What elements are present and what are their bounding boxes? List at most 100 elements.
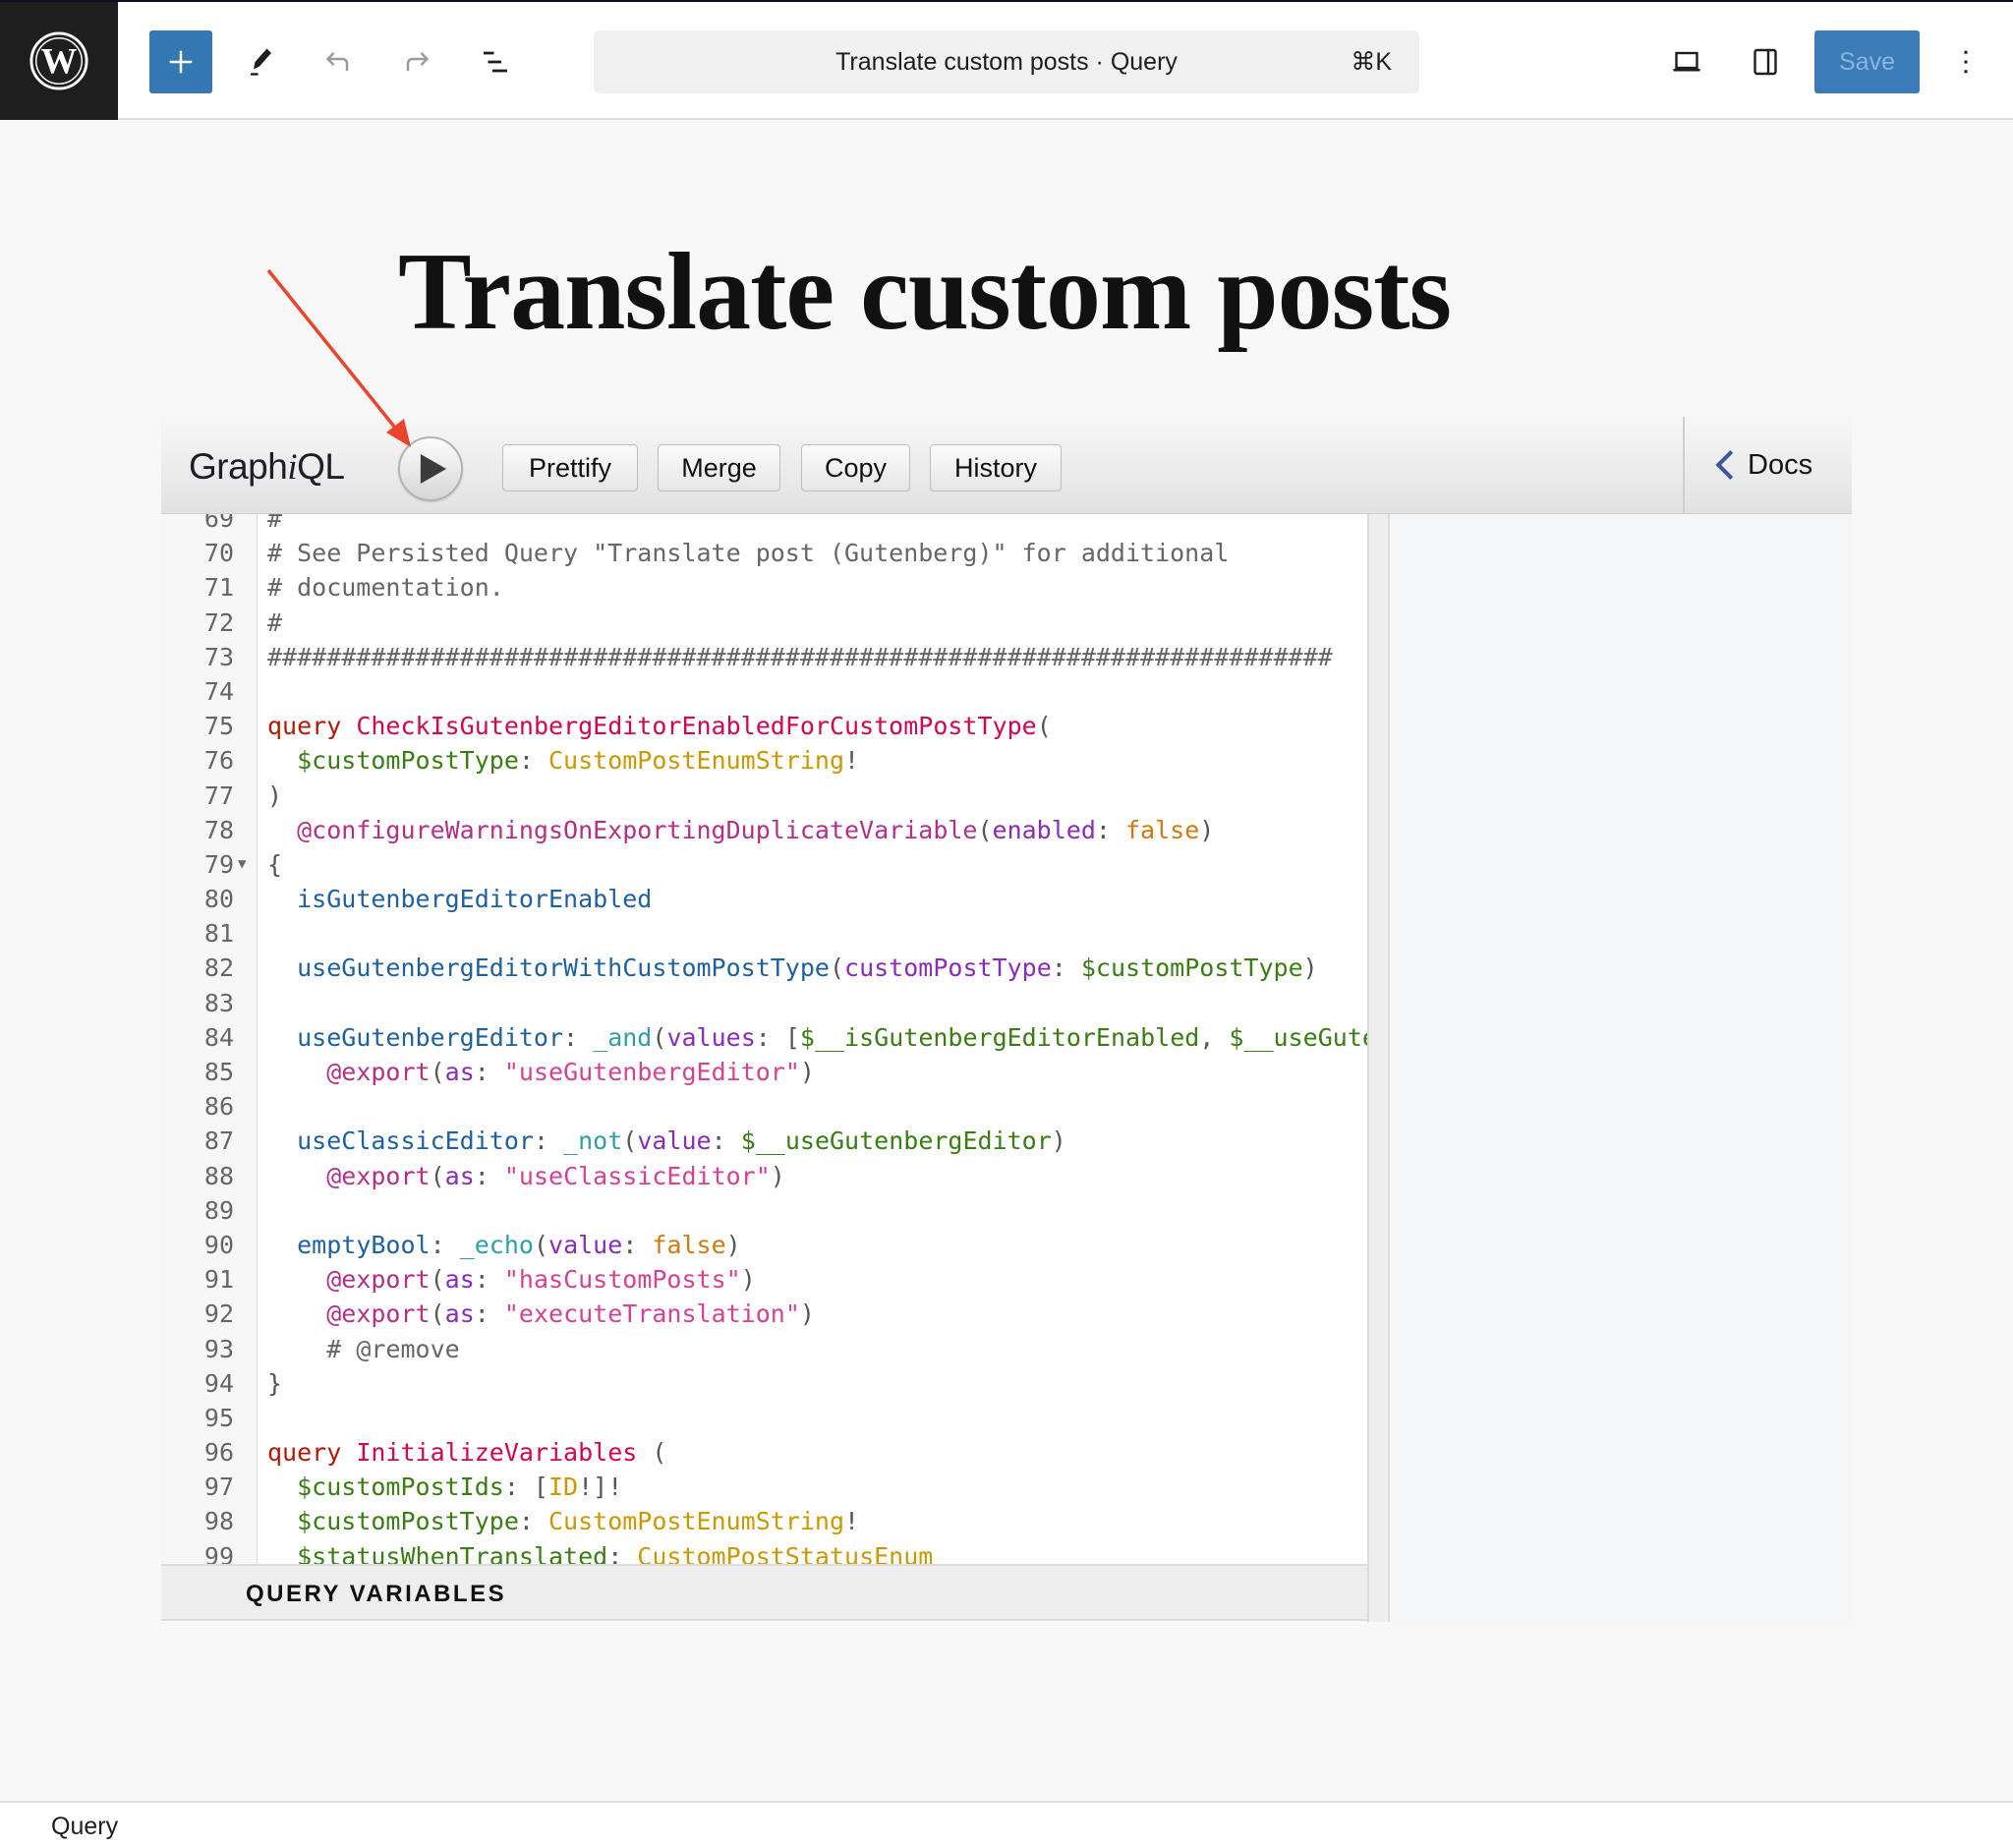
graphiql-editor: GraphiQL Prettify Merge Copy History Doc… bbox=[161, 417, 1852, 1622]
code-token: _and bbox=[593, 1022, 653, 1052]
code-token: $customPostIds bbox=[297, 1473, 504, 1502]
code-line[interactable]: 86 bbox=[161, 1089, 1384, 1124]
line-number: 77 bbox=[203, 780, 234, 810]
code-line[interactable]: 95 bbox=[161, 1401, 1384, 1435]
pencil-icon bbox=[251, 48, 271, 76]
line-text: $customPostType: CustomPostEnumString! bbox=[267, 1504, 859, 1538]
code-line[interactable]: 70 # See Persisted Query "Translate post … bbox=[161, 536, 1384, 570]
fold-toggle-icon[interactable]: ▼ bbox=[238, 847, 246, 882]
code-token: ) bbox=[1302, 953, 1318, 983]
code-token: : bbox=[474, 1299, 504, 1329]
code-line[interactable]: 80 isGutenbergEditorEnabled bbox=[161, 882, 1384, 916]
chevron-left-icon bbox=[1715, 449, 1734, 481]
line-number: 88 bbox=[203, 1161, 234, 1190]
code-line[interactable]: 97 $customPostIds: [ID!]! bbox=[161, 1470, 1384, 1504]
pane-resize-handle[interactable] bbox=[1367, 514, 1390, 1622]
options-button[interactable] bbox=[1938, 34, 1993, 89]
settings-sidebar-button[interactable] bbox=[1738, 34, 1793, 89]
document-title: Translate custom posts · Query bbox=[835, 47, 1178, 76]
line-text: ) bbox=[267, 779, 282, 813]
code-line[interactable]: 87 useClassicEditor: _not(value: $__useG… bbox=[161, 1124, 1384, 1158]
code-line[interactable]: 73 ######################################… bbox=[161, 640, 1384, 674]
undo-button[interactable] bbox=[311, 34, 366, 89]
code-line[interactable]: 75 query CheckIsGutenbergEditorEnabledFor… bbox=[161, 709, 1384, 743]
query-editor[interactable]: 69 #70 # See Persisted Query "Translate po… bbox=[161, 514, 1384, 1564]
code-line[interactable]: 99 $statusWhenTranslated: CustomPostStat… bbox=[161, 1539, 1384, 1564]
command-palette-button[interactable]: Translate custom posts · Query ⌘K bbox=[594, 30, 1419, 93]
code-line[interactable]: 78 @configureWarningsOnExportingDuplicat… bbox=[161, 813, 1384, 847]
code-line[interactable]: 81 bbox=[161, 916, 1384, 951]
code-token: # documentation. bbox=[267, 573, 504, 603]
code-line[interactable]: 92 @export(as: "executeTranslation") bbox=[161, 1297, 1384, 1331]
query-variables-toggle[interactable]: QUERY VARIABLES bbox=[161, 1564, 1384, 1621]
breadcrumb-item-query[interactable]: Query bbox=[51, 1813, 118, 1841]
preview-button[interactable] bbox=[1659, 34, 1714, 89]
code-line[interactable]: 79 ▼ { bbox=[161, 847, 1384, 882]
code-line[interactable]: 77) bbox=[161, 779, 1384, 813]
history-button[interactable]: History bbox=[930, 444, 1062, 491]
code-token: enabled bbox=[992, 815, 1096, 844]
code-line[interactable]: 74 bbox=[161, 674, 1384, 709]
code-token: ( bbox=[1036, 712, 1052, 741]
wordpress-logo-button[interactable]: W bbox=[0, 2, 118, 120]
code-line[interactable]: 71 # documentation. bbox=[161, 570, 1384, 605]
code-token: "useClassicEditor" bbox=[503, 1161, 771, 1190]
code-token: "useGutenbergEditor" bbox=[503, 1058, 800, 1086]
save-button[interactable]: Save bbox=[1814, 30, 1920, 93]
code-line[interactable]: 96 query InitializeVariables ( bbox=[161, 1435, 1384, 1470]
code-line[interactable]: 85 @export(as: "useGutenbergEditor") bbox=[161, 1055, 1384, 1089]
redo-button[interactable] bbox=[389, 34, 444, 89]
code-line[interactable]: 90 emptyBool: _echo(value: false) bbox=[161, 1228, 1384, 1262]
code-token: as bbox=[444, 1299, 475, 1329]
merge-button[interactable]: Merge bbox=[658, 444, 780, 491]
list-view-button[interactable] bbox=[468, 34, 523, 89]
code-content[interactable]: 69 #70 # See Persisted Query "Translate po… bbox=[161, 514, 1384, 1564]
code-token: # bbox=[267, 607, 283, 637]
code-line[interactable]: 98 $customPostType: CustomPostEnumString… bbox=[161, 1504, 1384, 1538]
code-line[interactable]: 82 useGutenbergEditorWithCustomPostType(… bbox=[161, 951, 1384, 985]
code-token: ID bbox=[547, 1473, 579, 1502]
code-line[interactable]: 88 @export(as: "useClassicEditor") bbox=[161, 1159, 1384, 1193]
add-block-button[interactable] bbox=[149, 30, 212, 93]
code-token: ) bbox=[1051, 1126, 1066, 1156]
post-title[interactable]: Translate custom posts bbox=[398, 228, 1452, 356]
code-token: : bbox=[518, 746, 548, 776]
run-button[interactable] bbox=[398, 436, 463, 501]
code-line[interactable]: 94} bbox=[161, 1366, 1384, 1401]
line-text: useGutenbergEditor: _and(values: [$__isG… bbox=[267, 1020, 1384, 1055]
line-text: query CheckIsGutenbergEditorEnabledForCu… bbox=[267, 709, 1052, 743]
docs-label: Docs bbox=[1748, 448, 1813, 481]
tools-button[interactable] bbox=[232, 34, 287, 89]
code-line[interactable]: 93 # @remove bbox=[161, 1332, 1384, 1366]
code-token: ) bbox=[725, 1230, 741, 1259]
code-line[interactable]: 89 bbox=[161, 1193, 1384, 1228]
line-number: 96 bbox=[203, 1438, 234, 1468]
code-line[interactable]: 91 @export(as: "hasCustomPosts") bbox=[161, 1262, 1384, 1297]
graphiql-toolbar: GraphiQL Prettify Merge Copy History bbox=[161, 417, 1683, 514]
line-text: isGutenbergEditorEnabled bbox=[267, 882, 652, 916]
code-line[interactable]: 83 bbox=[161, 986, 1384, 1020]
code-line[interactable]: 84 useGutenbergEditor: _and(values: [$__… bbox=[161, 1020, 1384, 1055]
code-token: $statusWhenTranslated bbox=[297, 1541, 608, 1564]
line-text: # bbox=[267, 514, 282, 536]
code-token: : bbox=[430, 1230, 460, 1259]
line-number: 81 bbox=[203, 919, 234, 949]
code-line[interactable]: 72 # bbox=[161, 606, 1384, 640]
line-number: 71 bbox=[203, 573, 234, 603]
line-text: # bbox=[267, 606, 282, 640]
code-line[interactable]: 76 $customPostType: CustomPostEnumString… bbox=[161, 743, 1384, 778]
code-line[interactable]: 69 # bbox=[161, 514, 1384, 536]
line-text: @export(as: "executeTranslation") bbox=[267, 1297, 815, 1331]
code-token: as bbox=[444, 1161, 475, 1190]
copy-button[interactable]: Copy bbox=[801, 444, 910, 491]
code-token: ( bbox=[622, 1126, 638, 1156]
prettify-button[interactable]: Prettify bbox=[502, 444, 638, 491]
code-token: ) bbox=[267, 780, 283, 810]
line-number: 89 bbox=[203, 1195, 234, 1225]
docs-toggle-button[interactable]: Docs bbox=[1683, 417, 1852, 514]
code-token: # bbox=[267, 514, 283, 533]
line-text: { bbox=[267, 847, 282, 882]
